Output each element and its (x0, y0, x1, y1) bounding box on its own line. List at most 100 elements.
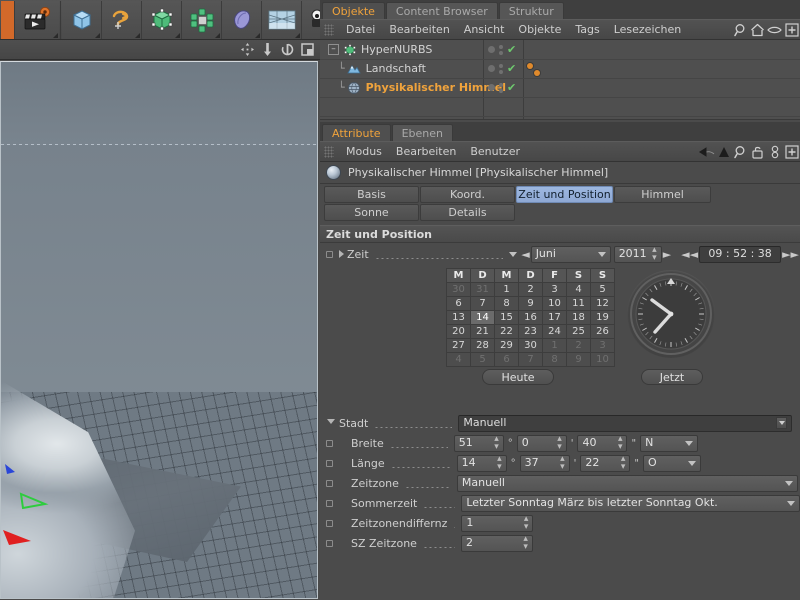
calendar-day[interactable]: 19 (591, 311, 615, 325)
menu-bearbeiten[interactable]: Bearbeiten (382, 19, 456, 40)
month-select[interactable]: Juni (531, 246, 611, 263)
animate-toggle[interactable] (326, 251, 333, 258)
calendar-day[interactable]: 5 (591, 283, 615, 297)
render-visibility-dots[interactable] (499, 64, 503, 74)
array-icon[interactable] (182, 1, 222, 39)
tab-content-browser[interactable]: Content Browser (386, 2, 498, 19)
object-label-physikalischer-himmel[interactable]: Physikalischer Himmel (366, 81, 506, 94)
enable-check-icon[interactable]: ✔ (507, 44, 516, 55)
visibility-dots[interactable]: ✔ (488, 40, 516, 59)
layout-view-icon[interactable] (300, 43, 314, 57)
nurbs-icon[interactable] (142, 1, 182, 39)
tag-dot[interactable] (527, 63, 533, 69)
calendar-day[interactable]: 4 (447, 353, 471, 367)
tag-dot[interactable] (534, 70, 540, 76)
today-button[interactable]: Heute (482, 369, 554, 385)
menu-benutzer[interactable]: Benutzer (463, 141, 527, 162)
stepper-arrows-icon[interactable]: ▴▾ (494, 435, 499, 451)
up-arrow-icon[interactable] (715, 144, 732, 160)
menu-datei[interactable]: Datei (339, 19, 382, 40)
animate-toggle[interactable] (326, 540, 333, 547)
menu-grip-icon[interactable] (324, 24, 334, 36)
stepper-arrows-icon[interactable]: ▴▾ (560, 455, 565, 471)
calendar-day[interactable]: 30 (447, 283, 471, 297)
tab-himmel[interactable]: Himmel (614, 186, 711, 203)
tab-koord[interactable]: Koord. (420, 186, 515, 203)
menu-modus[interactable]: Modus (339, 141, 389, 162)
animate-toggle[interactable] (326, 480, 333, 487)
tab-struktur[interactable]: Struktur (499, 2, 564, 19)
calendar-day[interactable]: 26 (591, 325, 615, 339)
axis-x-handle[interactable] (1, 528, 37, 551)
calendar-day[interactable]: 25 (567, 325, 591, 339)
calendar-day[interactable]: 11 (567, 297, 591, 311)
cube-primitive-icon[interactable] (62, 1, 102, 39)
editor-visibility-dot[interactable] (488, 84, 495, 91)
month-next-button[interactable]: ► (662, 246, 672, 263)
calendar-day[interactable]: 13 (447, 311, 471, 325)
tree-expand-toggle[interactable]: – (328, 44, 339, 55)
tz-offset-input[interactable]: 1 ▴▾ (461, 515, 533, 532)
render-visibility-dots[interactable] (499, 45, 503, 55)
latitude-minutes-input[interactable]: 0 ▴▾ (517, 435, 567, 452)
year-stepper[interactable]: 2011 ▴▾ (614, 246, 662, 263)
plus-box-icon[interactable] (783, 144, 800, 160)
editor-visibility-dot[interactable] (488, 46, 495, 53)
calendar-day[interactable]: 23 (519, 325, 543, 339)
calendar-day[interactable]: 9 (519, 297, 543, 311)
month-prev-button[interactable]: ◄ (520, 246, 530, 263)
lock-open-icon[interactable] (749, 144, 766, 160)
animate-toggle[interactable] (326, 460, 333, 467)
calendar-day[interactable]: 29 (495, 339, 519, 353)
table-row[interactable]: └ Landschaft ✔ (320, 59, 800, 78)
stepper-arrows-icon[interactable]: ▴▾ (652, 246, 657, 262)
link-icon[interactable] (766, 144, 783, 160)
calendar-day[interactable]: 20 (447, 325, 471, 339)
visibility-dots[interactable]: ✔ (488, 78, 516, 97)
calendar[interactable]: M D M D F S S 30 31 1 2 3 (446, 268, 615, 367)
rotate-view-icon[interactable] (280, 43, 294, 57)
menu-ansicht[interactable]: Ansicht (457, 19, 512, 40)
calendar-day[interactable]: 6 (495, 353, 519, 367)
stepper-arrows-icon[interactable]: ▴▾ (524, 515, 529, 531)
table-row[interactable]: – HyperNURBS ✔ (320, 40, 800, 59)
collapse-triangle-icon[interactable] (327, 419, 335, 428)
environment-icon[interactable] (262, 1, 302, 39)
scale-view-icon[interactable] (260, 43, 274, 57)
tab-attribute[interactable]: Attribute (322, 124, 391, 141)
axis-y-handle[interactable] (19, 492, 53, 519)
render-view-icon[interactable] (15, 1, 59, 39)
calendar-day[interactable]: 3 (543, 283, 567, 297)
calendar-day[interactable]: 7 (519, 353, 543, 367)
animate-toggle[interactable] (326, 440, 333, 447)
calendar-day-selected[interactable]: 14 (471, 311, 495, 325)
stepper-arrows-icon[interactable]: ▴▾ (523, 535, 528, 551)
menu-bearbeiten[interactable]: Bearbeiten (389, 141, 463, 162)
calendar-day[interactable]: 2 (567, 339, 591, 353)
timezone-select[interactable]: Manuell (457, 475, 798, 492)
calendar-day[interactable]: 24 (543, 325, 567, 339)
tab-basis[interactable]: Basis (324, 186, 419, 203)
search-icon[interactable] (732, 144, 749, 160)
calendar-day[interactable]: 10 (543, 297, 567, 311)
time-field[interactable]: 09 : 52 : 38 (699, 246, 781, 263)
calendar-day[interactable]: 9 (567, 353, 591, 367)
longitude-degrees-input[interactable]: 14 ▴▾ (457, 455, 507, 472)
visibility-dots[interactable]: ✔ (488, 59, 516, 78)
analog-clock[interactable] (627, 270, 715, 358)
enable-check-icon[interactable]: ✔ (507, 82, 516, 93)
home-icon[interactable] (749, 22, 766, 38)
chevron-down-icon[interactable] (776, 417, 787, 429)
dst-select[interactable]: Letzter Sonntag März bis letzter Sonntag… (461, 495, 800, 512)
calendar-day[interactable]: 1 (495, 283, 519, 297)
longitude-seconds-input[interactable]: 22 ▴▾ (580, 455, 630, 472)
animate-toggle[interactable] (326, 500, 333, 507)
editor-visibility-dot[interactable] (488, 65, 495, 72)
animate-toggle[interactable] (326, 520, 333, 527)
move-view-icon[interactable] (240, 43, 254, 57)
calendar-day[interactable]: 4 (567, 283, 591, 297)
calendar-day[interactable]: 12 (591, 297, 615, 311)
calendar-day[interactable]: 6 (447, 297, 471, 311)
longitude-minutes-input[interactable]: 37 ▴▾ (520, 455, 570, 472)
back-arrow-icon[interactable] (698, 144, 715, 160)
